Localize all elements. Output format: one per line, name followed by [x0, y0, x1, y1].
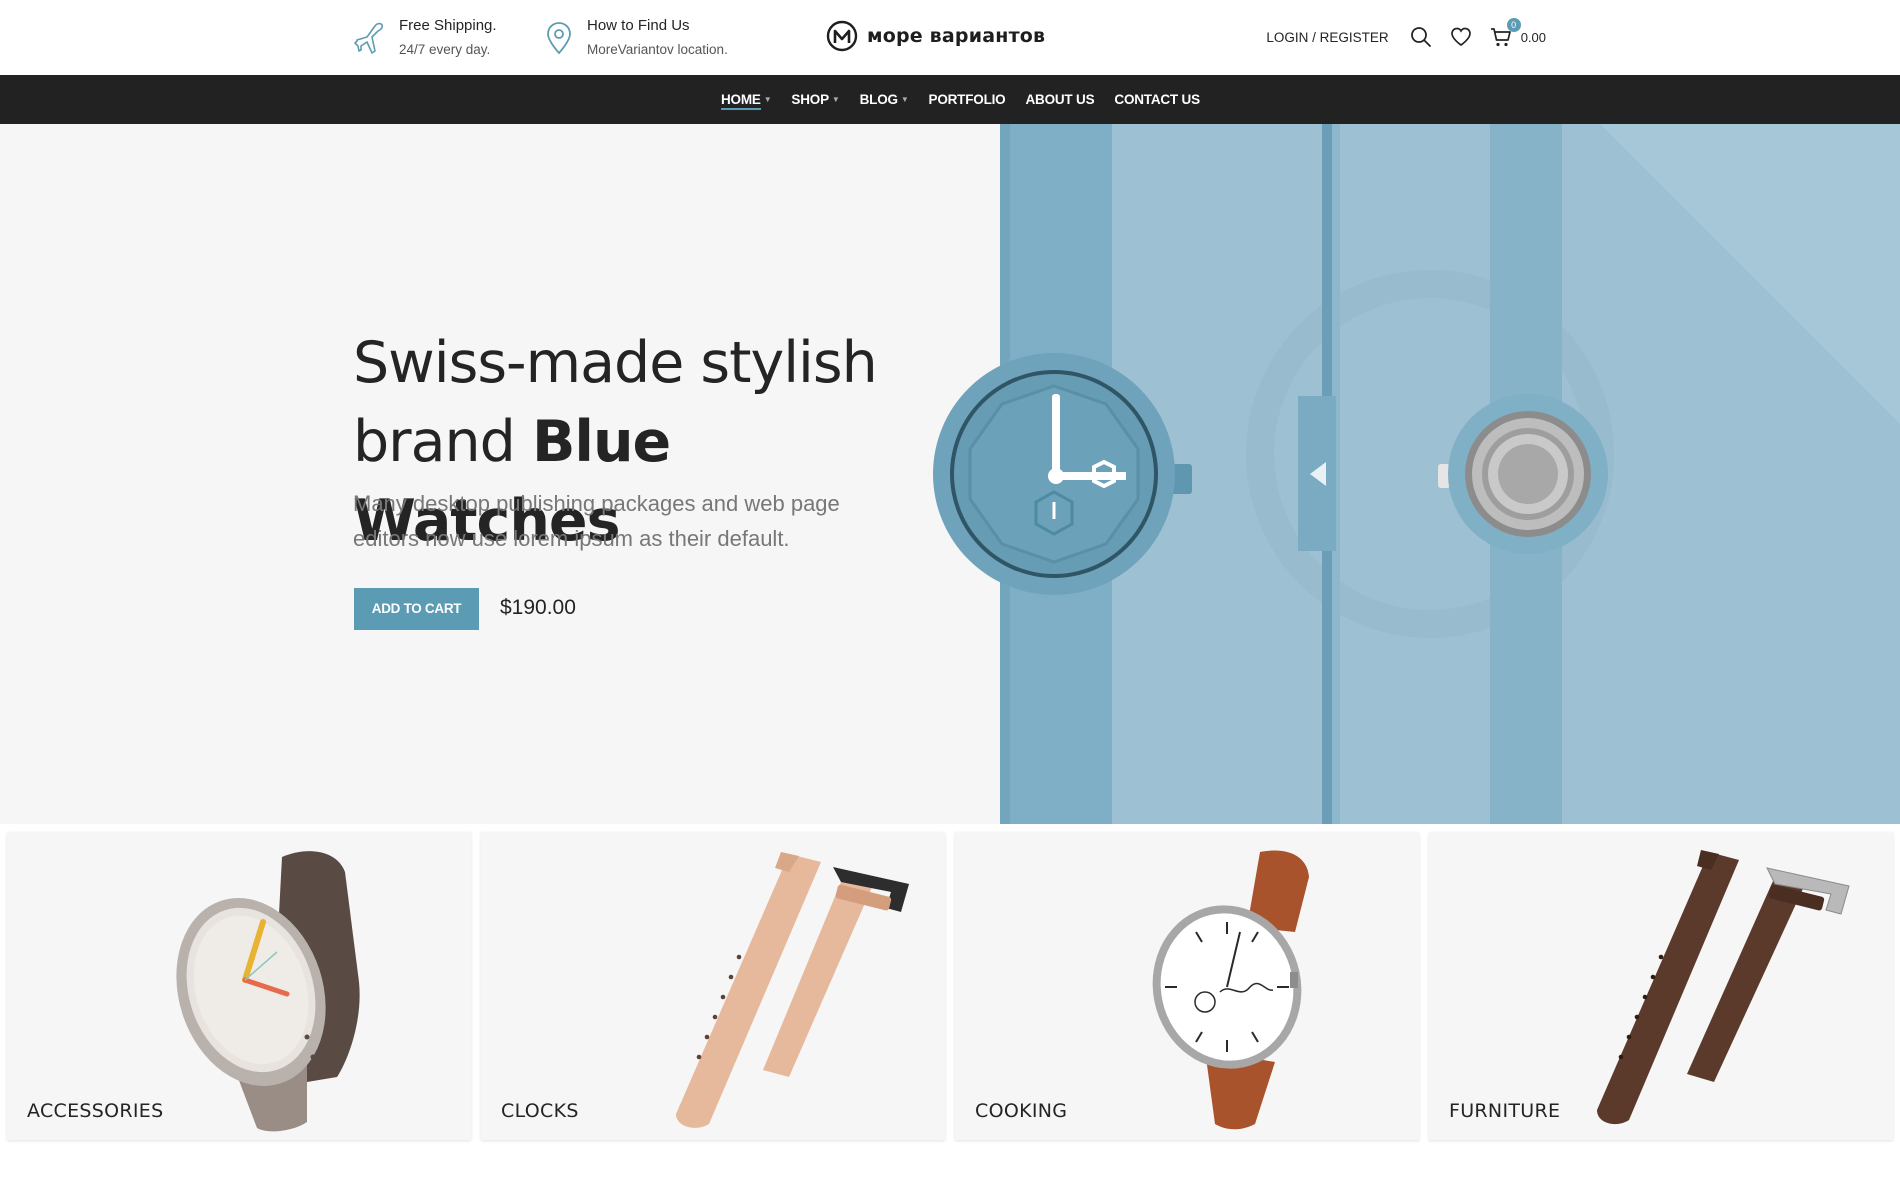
heart-icon[interactable] [1449, 25, 1473, 49]
nav-label: HOME [721, 92, 761, 107]
hero-subtitle: Many desktop publishing packages and web… [353, 491, 840, 551]
category-label: FURNITURE [1449, 1100, 1561, 1122]
shipping-subtitle: 24/7 every day. [399, 42, 491, 57]
beige-strap-image [676, 852, 909, 1128]
free-shipping-info[interactable]: Free Shipping. 24/7 every day. [353, 17, 497, 59]
hero-title-line1: Swiss-made stylish [353, 330, 878, 396]
hero-slider: Swiss-made stylish brand Blue Watches Ma… [0, 124, 1900, 824]
shipping-title: Free Shipping. [399, 17, 497, 34]
dark-brown-strap-image [1597, 850, 1850, 1125]
cart-button[interactable]: 0 0.00 [1489, 18, 1546, 49]
category-card-accessories[interactable]: ACCESSORIES [7, 832, 471, 1140]
hero-price: $190.00 [500, 596, 576, 619]
nav-label: SHOP [791, 92, 829, 107]
nav-item-contact-us[interactable]: CONTACT US [1114, 75, 1200, 124]
login-register-link[interactable]: LOGIN / REGISTER [1266, 30, 1388, 45]
main-navigation: HOME ▼ SHOP ▼ BLOG ▼ PORTFOLIO ABOUT US … [0, 75, 1900, 124]
top-header: Free Shipping. 24/7 every day. How to Fi… [0, 0, 1900, 75]
nav-label: CONTACT US [1114, 92, 1200, 107]
category-label: CLOCKS [501, 1100, 579, 1122]
cart-total: 0.00 [1520, 29, 1546, 45]
cart-icon-wrap: 0 [1489, 18, 1521, 49]
plane-icon [354, 22, 384, 54]
site-logo[interactable]: море вариантов [826, 20, 1045, 52]
chevron-down-icon: ▼ [763, 95, 772, 104]
location-subtitle: MoreVariantov location. [587, 42, 728, 57]
category-label: ACCESSORIES [27, 1100, 164, 1122]
gray-watch-image [176, 851, 360, 1132]
location-title: How to Find Us [587, 17, 690, 34]
add-to-cart-button[interactable]: ADD TO CART [354, 588, 479, 630]
category-card-clocks[interactable]: CLOCKS [481, 832, 945, 1140]
brown-leather-watch-image [1152, 850, 1309, 1130]
find-us-info[interactable]: How to Find Us MoreVariantov location. [541, 17, 728, 59]
nav-item-home[interactable]: HOME ▼ [721, 75, 772, 124]
map-pin-icon [547, 22, 571, 55]
cart-count-badge: 0 [1506, 18, 1521, 32]
nav-label: PORTFOLIO [928, 92, 1006, 107]
logo-text: море вариантов [867, 25, 1046, 47]
chevron-down-icon: ▼ [831, 95, 840, 104]
nav-item-shop[interactable]: SHOP ▼ [791, 75, 839, 124]
nav-item-portfolio[interactable]: PORTFOLIO [929, 75, 1006, 124]
blue-watches-image [933, 124, 1900, 824]
nav-item-blog[interactable]: BLOG ▼ [860, 75, 909, 124]
category-card-cooking[interactable]: COOKING [955, 832, 1419, 1140]
nav-label: ABOUT US [1025, 92, 1095, 107]
logo-mark-icon [826, 20, 858, 52]
search-icon[interactable] [1409, 25, 1433, 49]
nav-item-about-us[interactable]: ABOUT US [1025, 75, 1094, 124]
category-grid: ACCESSORIES CLOCKS COOKING FURNITURE [7, 832, 1893, 1142]
header-tools: LOGIN / REGISTER 0 0.00 [1266, 18, 1546, 52]
category-label: COOKING [975, 1100, 1068, 1122]
category-card-furniture[interactable]: FURNITURE [1429, 832, 1893, 1140]
hero-title-line2: brand [353, 409, 532, 475]
chevron-down-icon: ▼ [900, 95, 909, 104]
nav-label: BLOG [859, 92, 898, 107]
